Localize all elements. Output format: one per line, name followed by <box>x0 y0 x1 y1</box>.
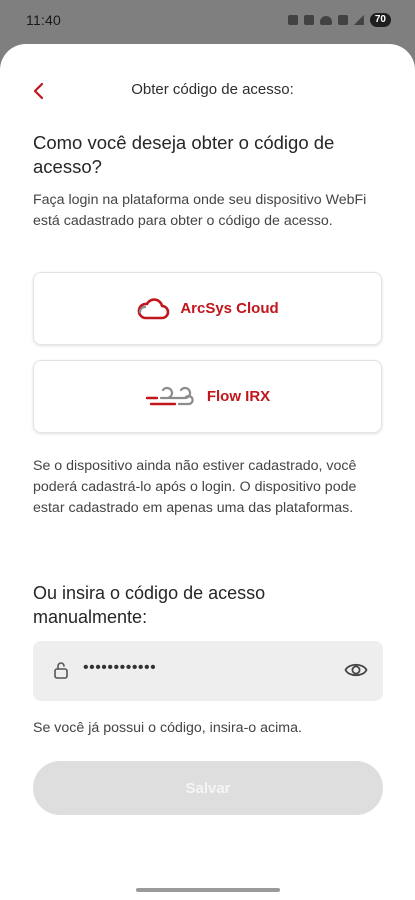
status-time: 11:40 <box>26 12 61 28</box>
flow-irx-label: Flow IRX <box>206 388 271 405</box>
info-text: Se o dispositivo ainda não estiver cadas… <box>33 458 357 516</box>
home-indicator[interactable] <box>136 888 280 892</box>
arcsys-cloud-label: ArcSys Cloud <box>180 300 279 317</box>
bottom-sheet: Obter código de acesso: Como você deseja… <box>0 44 415 900</box>
hint-text: Se você já possui o código, insira-o aci… <box>33 720 302 736</box>
battery-icon: 70 <box>369 13 391 27</box>
question-heading: Como você deseja obter o código de acess… <box>33 132 335 177</box>
signal-icon <box>353 15 364 25</box>
status-bar: 11:40 70 <box>0 0 415 40</box>
description-text: Faça login na plataforma onde seu dispos… <box>33 192 367 229</box>
access-code-input[interactable]: •••••••••••• <box>33 641 383 701</box>
arcsys-cloud-button[interactable]: ArcSys Cloud <box>33 272 382 345</box>
wind-icon <box>145 386 194 405</box>
eye-icon[interactable] <box>344 659 368 681</box>
manual-code-heading: Ou insira o código de acesso manualmente… <box>33 583 266 627</box>
access-code-value: •••••••••••• <box>83 659 157 676</box>
page-title: Obter código de acesso: <box>131 81 294 98</box>
sim-icon <box>337 15 348 25</box>
flow-irx-button[interactable]: Flow IRX <box>33 360 382 433</box>
lock-icon <box>54 662 68 679</box>
mute-icon <box>303 15 314 25</box>
notification-icon <box>287 15 298 25</box>
wifi-icon <box>319 15 332 25</box>
status-icons: 70 <box>287 13 391 27</box>
top-bar: Obter código de acesso: <box>0 72 415 108</box>
save-button[interactable]: Salvar <box>33 761 383 815</box>
cloud-icon <box>137 297 170 319</box>
